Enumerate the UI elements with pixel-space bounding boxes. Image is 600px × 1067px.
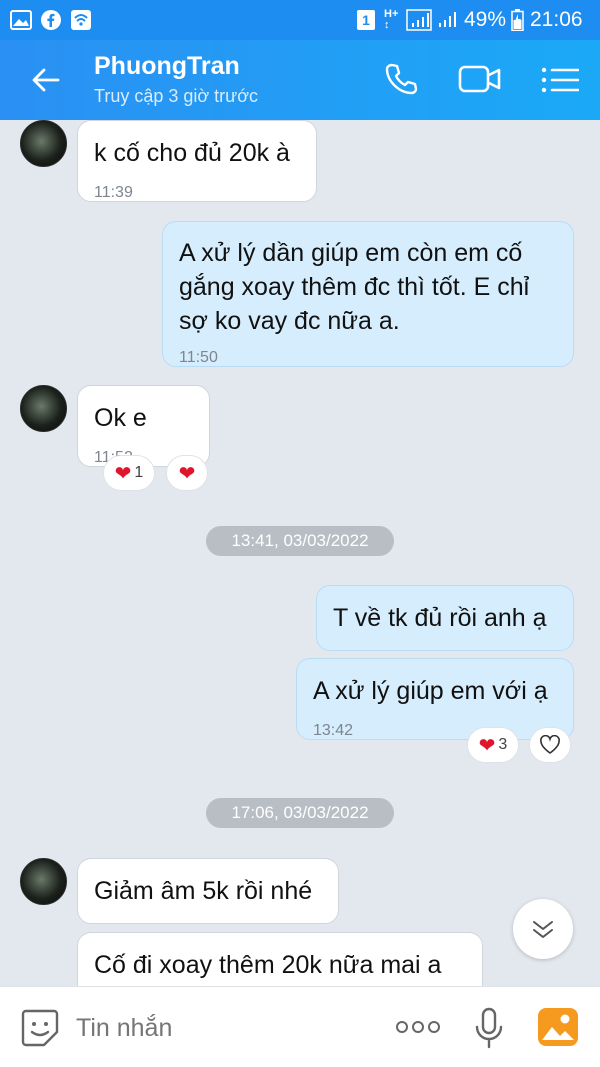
composer-bar bbox=[0, 986, 600, 1067]
message-text: T về tk đủ rồi anh ạ bbox=[333, 604, 547, 632]
message-text: A xử lý giúp em với ạ bbox=[313, 677, 548, 705]
message-text: Ok e bbox=[94, 404, 147, 432]
phone-icon[interactable] bbox=[384, 62, 418, 96]
battery-icon bbox=[511, 9, 524, 31]
message-list[interactable]: k cố cho đủ 20k à 11:39 A xử lý dần giúp… bbox=[0, 120, 600, 986]
contact-name[interactable]: PhuongTran bbox=[94, 52, 240, 81]
message-time: 13:42 bbox=[313, 722, 354, 739]
message-bubble-outgoing[interactable]: A xử lý dần giúp em còn em cố gắng xoay … bbox=[162, 221, 574, 367]
message-time: 11:50 bbox=[179, 349, 218, 366]
back-arrow-icon[interactable] bbox=[30, 64, 62, 96]
message-bubble-outgoing[interactable]: T về tk đủ rồi anh ạ bbox=[316, 585, 574, 651]
avatar[interactable] bbox=[20, 120, 67, 167]
reaction-count: 1 bbox=[134, 464, 144, 481]
reaction-summary[interactable]: ❤ 1 bbox=[103, 455, 155, 491]
avatar[interactable] bbox=[20, 385, 67, 432]
double-chevron-down-icon bbox=[533, 921, 553, 938]
microphone-icon[interactable] bbox=[474, 1007, 504, 1049]
message-bubble-incoming[interactable]: Giảm âm 5k rồi nhé bbox=[77, 858, 339, 924]
message-bubble-incoming[interactable]: Cố đi xoay thêm 20k nữa mai a bbox=[77, 932, 483, 986]
message-time: 11:39 bbox=[94, 184, 133, 201]
chat-header: PhuongTran Truy cập 3 giờ trước bbox=[0, 40, 600, 120]
avatar[interactable] bbox=[20, 858, 67, 905]
react-button[interactable] bbox=[529, 727, 571, 763]
video-call-icon[interactable] bbox=[458, 64, 502, 94]
heart-icon: ❤ bbox=[178, 462, 196, 485]
message-text: Giảm âm 5k rồi nhé bbox=[94, 877, 313, 905]
clock: 21:06 bbox=[530, 8, 583, 31]
facebook-icon bbox=[41, 10, 61, 30]
date-separator: 17:06, 03/03/2022 bbox=[206, 798, 394, 828]
image-picker-icon[interactable] bbox=[537, 1007, 579, 1047]
message-text: A xử lý dần giúp em còn em cố gắng xoay … bbox=[179, 239, 530, 335]
reaction-count: 3 bbox=[498, 736, 508, 753]
message-bubble-incoming[interactable]: k cố cho đủ 20k à 11:39 bbox=[77, 120, 317, 202]
react-button[interactable]: ❤ bbox=[166, 455, 208, 491]
last-seen: Truy cập 3 giờ trước bbox=[94, 86, 259, 106]
network-type: H+ ↕ bbox=[384, 8, 399, 31]
gallery-icon bbox=[10, 10, 32, 30]
heart-outline-icon bbox=[540, 735, 560, 754]
message-input[interactable] bbox=[76, 1007, 376, 1049]
status-bar: 1 H+ ↕ 49% 21:06 bbox=[0, 0, 600, 40]
heart-icon: ❤ bbox=[478, 734, 496, 757]
scroll-down-button[interactable] bbox=[513, 899, 573, 959]
reaction-summary[interactable]: ❤ 3 bbox=[467, 727, 519, 763]
sticker-icon[interactable] bbox=[20, 1008, 60, 1048]
battery-percent: 49% bbox=[464, 8, 507, 31]
message-bubble-outgoing[interactable]: A xử lý giúp em với ạ 13:42 bbox=[296, 658, 574, 740]
more-options-icon[interactable] bbox=[395, 1019, 441, 1035]
message-text: Cố đi xoay thêm 20k nữa mai a bbox=[94, 951, 442, 979]
menu-icon[interactable] bbox=[541, 66, 579, 94]
sim-indicator: 1 bbox=[357, 10, 375, 30]
heart-icon: ❤ bbox=[114, 462, 132, 485]
wifi-icon bbox=[71, 10, 91, 30]
message-text: k cố cho đủ 20k à bbox=[94, 139, 290, 167]
signal-icon bbox=[406, 9, 456, 31]
date-separator: 13:41, 03/03/2022 bbox=[206, 526, 394, 556]
